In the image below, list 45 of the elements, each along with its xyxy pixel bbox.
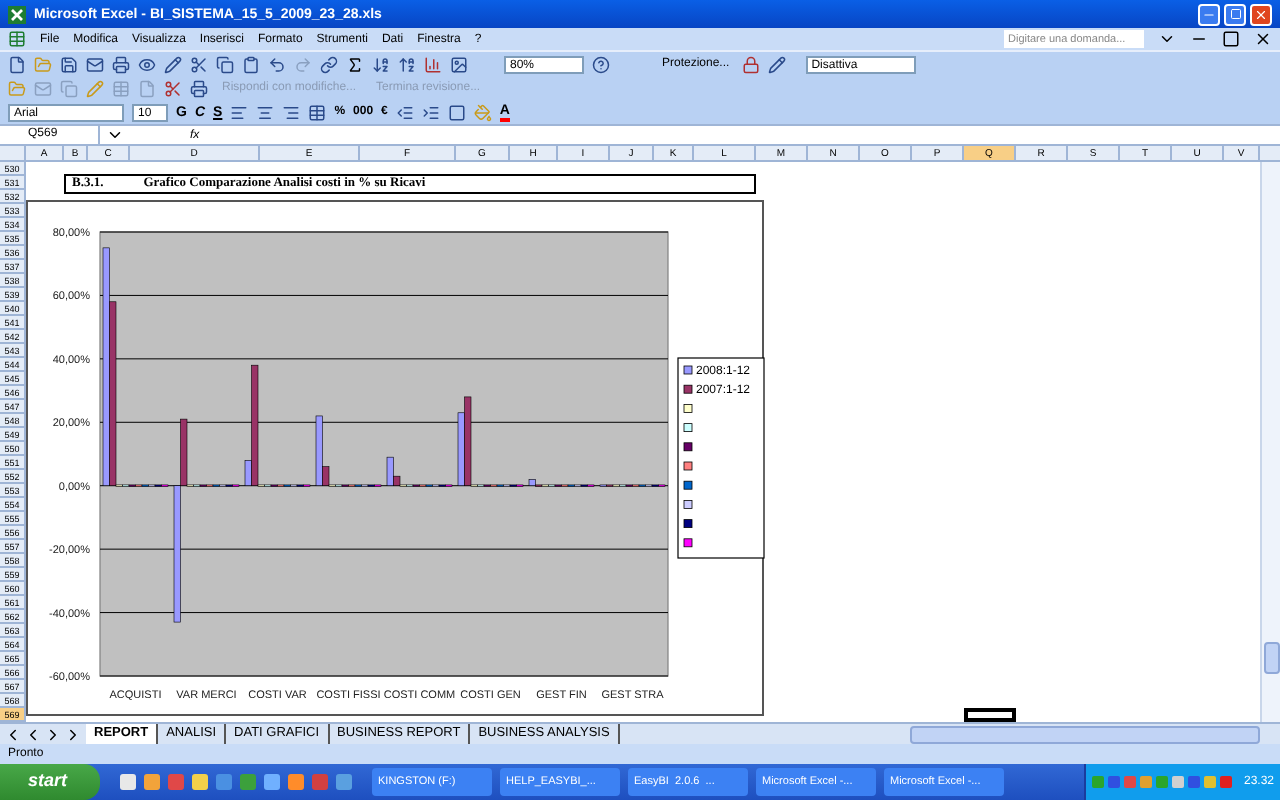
- pencil-icon[interactable]: [767, 55, 786, 73]
- undo-icon[interactable]: [268, 55, 286, 73]
- align-left-icon[interactable]: [230, 103, 249, 121]
- paste-icon[interactable]: [242, 55, 260, 73]
- sort-ascending-icon[interactable]: [372, 55, 390, 73]
- mail-icon[interactable]: [86, 55, 104, 73]
- sigma-icon[interactable]: [346, 55, 364, 73]
- close-icon[interactable]: [1254, 30, 1272, 48]
- vertical-scrollbar[interactable]: [1260, 162, 1280, 722]
- next-sheet-icon[interactable]: [44, 725, 62, 743]
- lock-icon[interactable]: [741, 55, 760, 73]
- scrollbar-thumb[interactable]: [1264, 642, 1280, 674]
- save-icon[interactable]: [60, 55, 78, 73]
- outdent-icon[interactable]: [395, 103, 414, 121]
- horizontal-scrollbar[interactable]: [910, 725, 1260, 743]
- new-file-icon[interactable]: [8, 55, 26, 73]
- start-button[interactable]: start: [0, 764, 100, 800]
- help-icon[interactable]: [592, 55, 610, 73]
- printer-icon[interactable]: [112, 55, 130, 73]
- align-right-icon[interactable]: [282, 103, 301, 121]
- scissors-icon[interactable]: [190, 55, 208, 73]
- chart-icon[interactable]: [424, 55, 442, 73]
- hyperlink-icon[interactable]: [320, 55, 338, 73]
- fill-color-icon[interactable]: [473, 103, 492, 121]
- borders-icon[interactable]: [447, 103, 466, 121]
- minimize-button[interactable]: [1198, 3, 1220, 25]
- restore-icon[interactable]: [1222, 30, 1240, 48]
- preview-icon[interactable]: [138, 55, 156, 73]
- workbook-icon[interactable]: [8, 30, 26, 48]
- maximize-icon: [1229, 8, 1241, 20]
- close-button[interactable]: [1250, 3, 1272, 25]
- copy-icon[interactable]: [216, 55, 234, 73]
- printer-icon[interactable]: [190, 79, 208, 97]
- spelling-icon[interactable]: [164, 55, 182, 73]
- close-icon: [1254, 7, 1268, 21]
- indent-icon[interactable]: [421, 103, 440, 121]
- scissors-icon[interactable]: [164, 79, 182, 97]
- previous-sheet-icon[interactable]: [24, 725, 42, 743]
- last-sheet-icon[interactable]: [64, 725, 82, 743]
- sort-descending-icon[interactable]: [398, 55, 416, 73]
- maximize-button[interactable]: [1224, 3, 1246, 25]
- first-sheet-icon[interactable]: [4, 725, 22, 743]
- merge-icon[interactable]: [308, 103, 327, 121]
- align-center-icon[interactable]: [256, 103, 275, 121]
- drawing-icon[interactable]: [450, 55, 468, 73]
